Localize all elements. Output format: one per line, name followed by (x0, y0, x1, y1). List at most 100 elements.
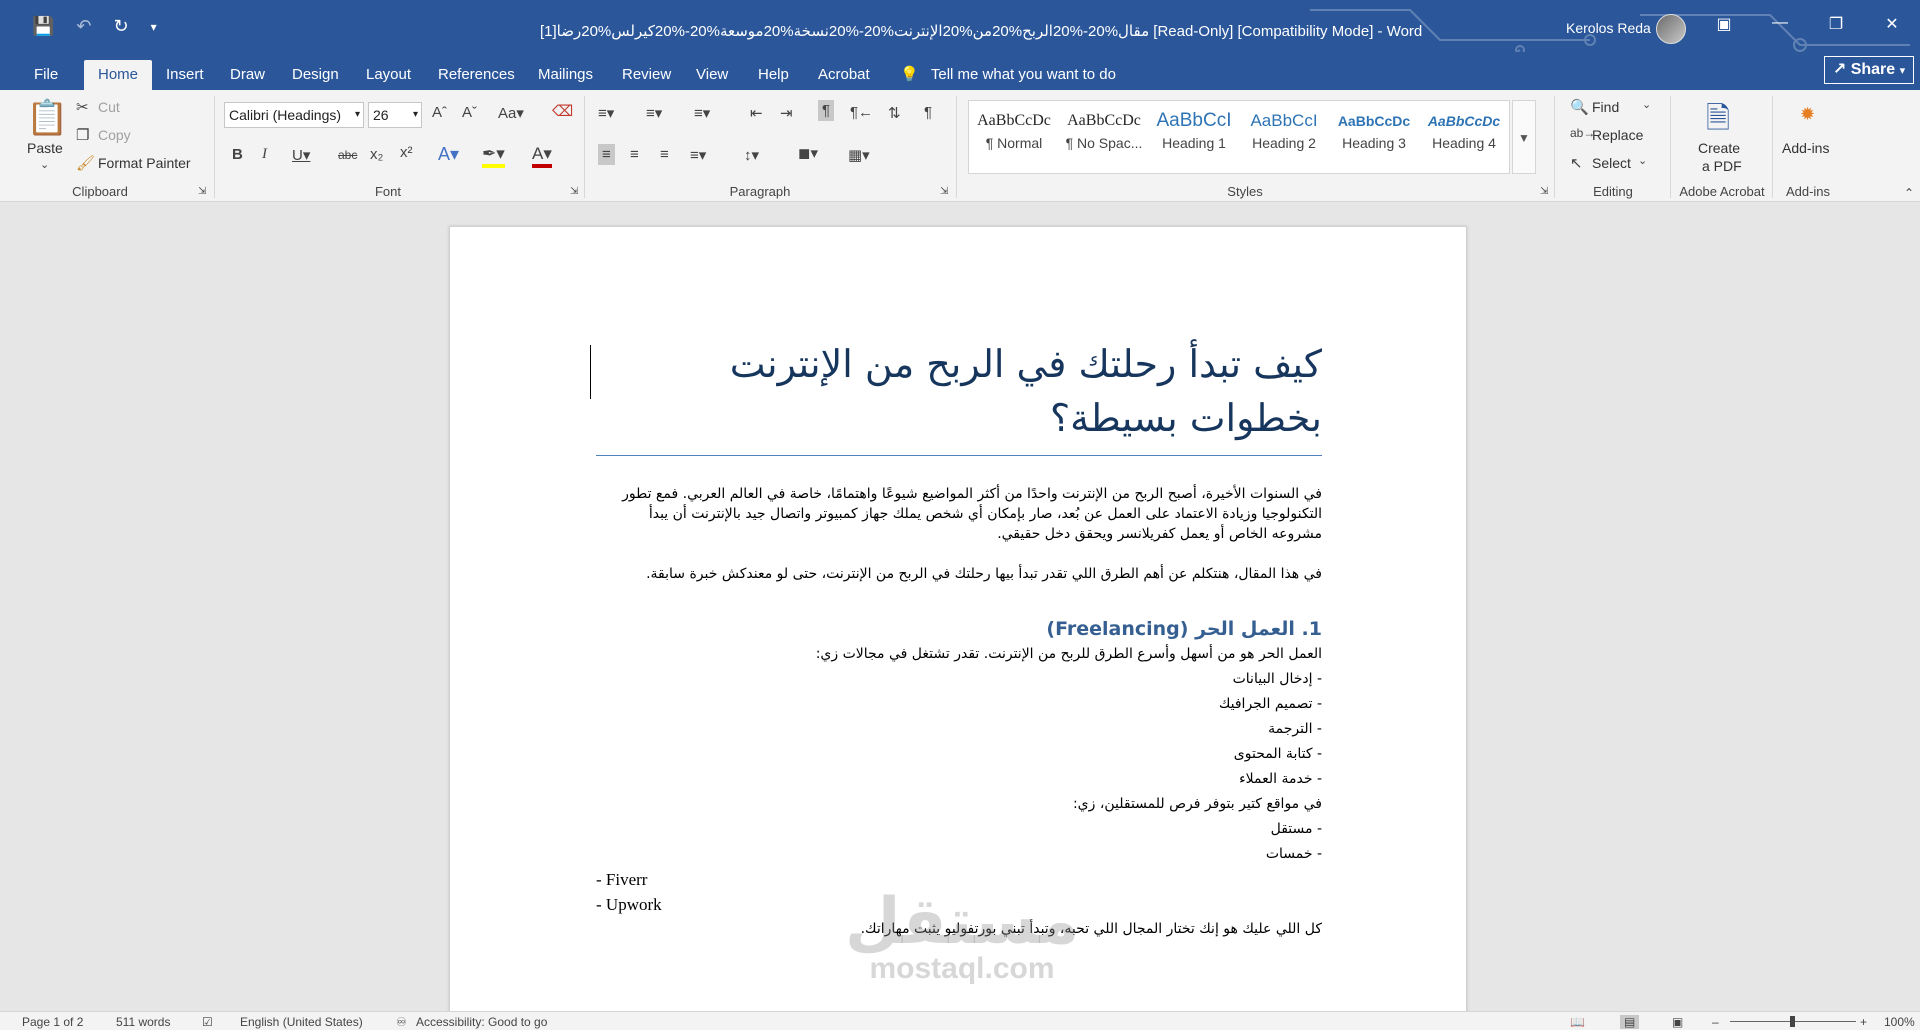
chevron-down-icon[interactable]: ▾ (355, 103, 360, 127)
bold-icon[interactable]: B (232, 146, 243, 163)
font-size-combo[interactable]: 26 ▾ (368, 102, 422, 128)
list-item[interactable]: - إدخال البيانات (596, 667, 1322, 692)
chevron-down-icon[interactable]: ▾ (413, 103, 418, 127)
multilevel-list-icon[interactable]: ≡▾ (694, 104, 710, 122)
document-body[interactable]: كيف تبدأ رحلتك في الربح من الإنترنت بخطو… (596, 337, 1322, 942)
accessibility-status[interactable]: Accessibility: Good to go (416, 1015, 547, 1029)
list-item[interactable]: - تصميم الجرافيك (596, 692, 1322, 717)
grow-font-icon[interactable]: Aˆ (432, 104, 447, 121)
dialog-launcher-icon[interactable]: ⇲ (570, 186, 578, 197)
read-mode-icon[interactable]: 📖 (1570, 1015, 1585, 1029)
copy-button[interactable]: Copy (98, 127, 131, 143)
tell-me-box[interactable]: 💡 Tell me what you want to do (900, 60, 1116, 90)
intro-paragraph[interactable]: في السنوات الأخيرة، أصبح الربح من الإنتر… (596, 484, 1322, 544)
tab-help[interactable]: Help (746, 60, 801, 90)
save-icon[interactable]: 💾 (32, 16, 54, 37)
shrink-font-icon[interactable]: Aˇ (462, 104, 477, 121)
style-heading-1[interactable]: AaBbCcI Heading 1 (1149, 107, 1239, 151)
increase-indent-icon[interactable]: ⇥ (780, 104, 793, 122)
avatar[interactable] (1656, 14, 1686, 44)
user-name[interactable]: Kerolos Reda (1566, 20, 1651, 36)
ribbon-display-icon[interactable]: ▣ (1696, 14, 1752, 34)
proofing-icon[interactable]: ☑ (202, 1015, 213, 1029)
tab-view[interactable]: View (684, 60, 740, 90)
zoom-level[interactable]: 100% (1884, 1015, 1915, 1029)
superscript-icon[interactable]: x² (400, 144, 413, 161)
word-count[interactable]: 511 words (116, 1015, 170, 1029)
shading-icon[interactable]: ◼▾ (798, 144, 818, 162)
format-painter-button[interactable]: Format Painter (98, 155, 191, 171)
italic-icon[interactable]: I (262, 146, 267, 163)
tab-references[interactable]: References (426, 60, 527, 90)
sort-icon[interactable]: ⇅ (888, 104, 901, 122)
align-left-icon[interactable]: ≡ (598, 144, 615, 165)
highlight-icon[interactable]: ✒▾ (482, 144, 505, 168)
tab-design[interactable]: Design (280, 60, 351, 90)
sites-intro[interactable]: في مواقع كتير بتوفر فرص للمستقلين، زي: (596, 792, 1322, 817)
paste-icon[interactable]: 📋 (26, 98, 68, 138)
numbering-icon[interactable]: ≡▾ (646, 104, 662, 122)
collapse-ribbon-icon[interactable]: ⌃ (1904, 186, 1914, 200)
zoom-slider-thumb[interactable] (1790, 1016, 1795, 1027)
create-pdf-button[interactable]: Create (1698, 140, 1740, 156)
minimize-icon[interactable]: — (1752, 14, 1808, 34)
cut-button[interactable]: Cut (98, 99, 120, 115)
undo-icon[interactable]: ↶ (76, 16, 91, 37)
create-pdf-button-line2[interactable]: a PDF (1702, 158, 1742, 174)
align-center-icon[interactable]: ≡ (630, 146, 639, 163)
redo-icon[interactable]: ↻ (114, 16, 129, 37)
close-icon[interactable]: ✕ (1864, 14, 1920, 34)
justify-icon[interactable]: ≡▾ (690, 146, 706, 164)
tab-review[interactable]: Review (610, 60, 683, 90)
add-ins-icon[interactable]: ✹ (1800, 104, 1815, 125)
rtl-direction-icon[interactable]: ¶← (850, 104, 873, 121)
list-item[interactable]: - خدمة العملاء (596, 767, 1322, 792)
style-no-spacing[interactable]: AaBbCcDc ¶ No Spac... (1059, 107, 1149, 151)
text-effects-icon[interactable]: A▾ (438, 144, 459, 165)
replace-button[interactable]: Replace (1592, 127, 1643, 143)
restore-icon[interactable]: ❐ (1808, 14, 1864, 34)
dialog-launcher-icon[interactable]: ⇲ (940, 186, 948, 197)
paste-button[interactable]: Paste (27, 140, 63, 156)
zoom-out-icon[interactable]: – (1712, 1015, 1719, 1029)
page-count[interactable]: Page 1 of 2 (22, 1015, 83, 1029)
subscript-icon[interactable]: x₂ (370, 146, 383, 163)
tab-layout[interactable]: Layout (354, 60, 423, 90)
line-spacing-icon[interactable]: ↕▾ (744, 146, 759, 164)
list-item[interactable]: - مستقل (596, 817, 1322, 842)
borders-icon[interactable]: ▦▾ (848, 146, 870, 164)
list-item[interactable]: - خمسات (596, 842, 1322, 867)
underline-icon[interactable]: U▾ (292, 146, 310, 164)
tab-acrobat[interactable]: Acrobat (806, 60, 882, 90)
change-case-icon[interactable]: Aa▾ (498, 104, 524, 122)
tab-insert[interactable]: Insert (154, 60, 216, 90)
select-button[interactable]: Select (1592, 155, 1631, 171)
tab-file[interactable]: File (22, 60, 70, 90)
tab-home[interactable]: Home (84, 60, 153, 90)
paste-chevron-icon[interactable]: ⌄ (40, 158, 49, 171)
section-heading-freelancing[interactable]: 1. العمل الحر (Freelancing) (596, 618, 1322, 640)
zoom-in-icon[interactable]: + (1860, 1015, 1867, 1029)
style-heading-4[interactable]: AaBbCcDc Heading 4 (1419, 107, 1509, 151)
add-ins-button[interactable]: Add-ins (1782, 140, 1829, 156)
align-right-icon[interactable]: ≡ (660, 146, 669, 163)
chevron-down-icon[interactable]: ⌄ (1642, 98, 1651, 111)
clear-formatting-icon[interactable]: ⌫ (552, 102, 573, 120)
list-item[interactable]: - الترجمة (596, 717, 1322, 742)
web-layout-icon[interactable]: ▣ (1672, 1015, 1683, 1029)
strikethrough-icon[interactable]: abc (338, 148, 357, 162)
show-formatting-icon[interactable]: ¶ (924, 104, 932, 121)
tab-draw[interactable]: Draw (218, 60, 277, 90)
list-item[interactable]: - كتابة المحتوى (596, 742, 1322, 767)
tab-mailings[interactable]: Mailings (526, 60, 605, 90)
decrease-indent-icon[interactable]: ⇤ (750, 104, 763, 122)
print-layout-icon[interactable]: ▤ (1620, 1015, 1640, 1029)
section-intro[interactable]: العمل الحر هو من أسهل وأسرع الطرق للربح … (596, 642, 1322, 667)
style-normal[interactable]: AaBbCcDc ¶ Normal (969, 107, 1059, 151)
document-heading[interactable]: كيف تبدأ رحلتك في الربح من الإنترنت بخطو… (596, 337, 1322, 445)
language-indicator[interactable]: English (United States) (240, 1015, 363, 1029)
bullets-icon[interactable]: ≡▾ (598, 104, 614, 122)
share-button[interactable]: ↗ Share ▾ (1824, 56, 1914, 84)
intro-paragraph-2[interactable]: في هذا المقال، هنتكلم عن أهم الطرق اللي … (596, 564, 1322, 584)
font-name-combo[interactable]: Calibri (Headings) ▾ (224, 102, 364, 128)
